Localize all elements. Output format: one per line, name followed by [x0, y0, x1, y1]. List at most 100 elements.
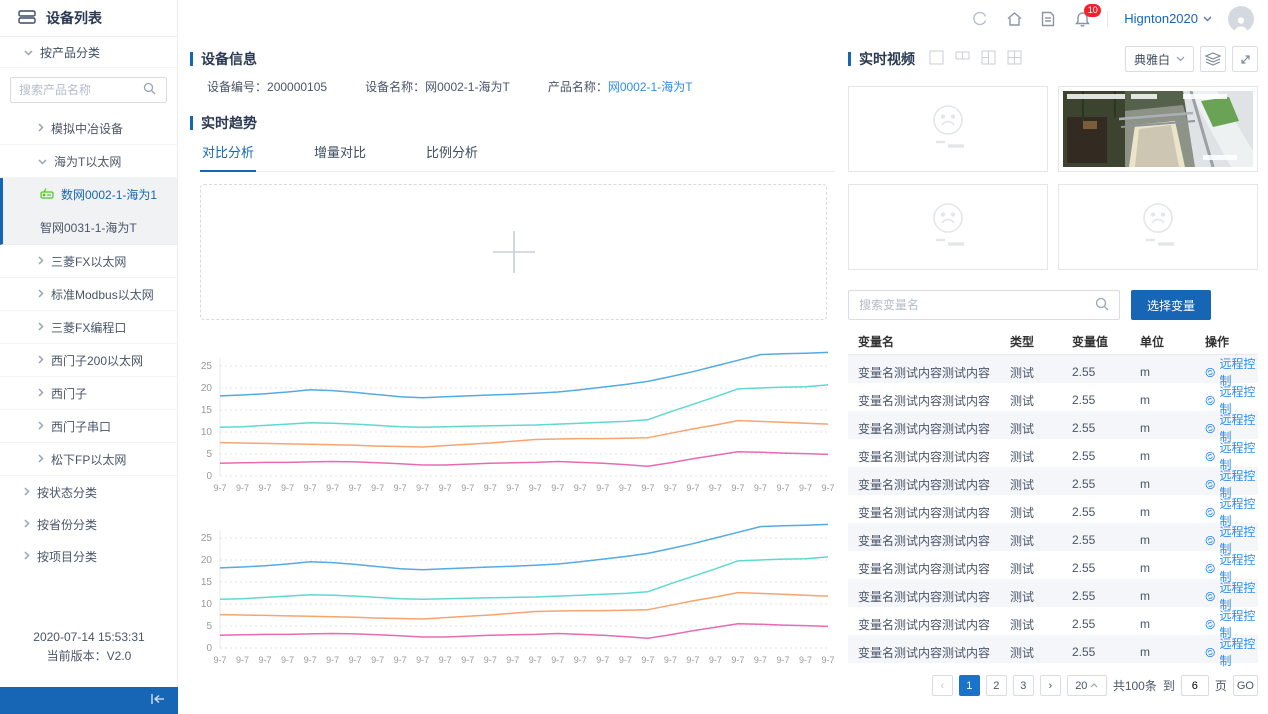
svg-text:9-7: 9-7 — [259, 655, 272, 665]
tree-item[interactable]: 西门子串口 — [0, 410, 177, 443]
search-icon[interactable] — [143, 82, 156, 98]
avatar[interactable] — [1228, 6, 1254, 32]
svg-text:20: 20 — [201, 555, 213, 566]
cell-value: 2.55 — [1072, 589, 1140, 603]
tree-item[interactable]: 按状态分类 — [0, 476, 177, 508]
svg-text:10: 10 — [201, 599, 213, 610]
version-label: 当前版本：V2.0 — [0, 647, 178, 666]
tab-compare-analysis[interactable]: 对比分析 — [200, 136, 256, 172]
svg-text:9-7: 9-7 — [349, 483, 362, 493]
device-list-icon — [18, 10, 36, 27]
tree-item-label: 西门子200以太网 — [51, 352, 143, 369]
video-cell-live[interactable] — [1058, 86, 1258, 172]
trend-section-title: 实时趋势 — [190, 113, 257, 133]
select-variable-button[interactable]: 选择变量 — [1131, 290, 1211, 320]
current-time: 2020-07-14 15:53:31 — [0, 628, 178, 647]
home-icon[interactable] — [1005, 10, 1023, 28]
svg-text:9-7: 9-7 — [484, 655, 497, 665]
tree-item[interactable]: 数网0002-1-海为1 — [3, 178, 177, 211]
document-icon[interactable] — [1039, 10, 1057, 28]
variable-table-body: 变量名测试内容测试内容测试2.55m远程控制变量名测试内容测试内容测试2.55m… — [848, 355, 1258, 663]
product-search-input[interactable] — [19, 83, 137, 97]
tree-item[interactable]: 标准Modbus以太网 — [0, 278, 177, 311]
tab-ratio-analysis[interactable]: 比例分析 — [424, 136, 480, 171]
sidebar-group-product[interactable]: 按产品分类 — [0, 37, 177, 68]
product-name-link[interactable]: 网0002-1-海为T — [608, 80, 693, 94]
video-cell-empty-2[interactable] — [848, 184, 1048, 270]
cell-type: 测试 — [1010, 560, 1072, 577]
tree-item[interactable]: 模拟中冶设备 — [0, 112, 177, 145]
user-menu[interactable]: Hignton2020 — [1124, 11, 1212, 26]
product-search-box[interactable] — [10, 77, 167, 103]
col-name: 变量名 — [858, 333, 1010, 350]
tree-item[interactable]: 海为T以太网 — [0, 145, 177, 178]
page-3-button[interactable]: 3 — [1013, 675, 1034, 696]
trend-tabs: 对比分析 增量对比 比例分析 — [200, 136, 835, 172]
svg-text:15: 15 — [201, 405, 213, 416]
device-info-row: 设备编号：200000105 设备名称：网0002-1-海为T 产品名称：网00… — [207, 78, 693, 95]
cell-name: 变量名测试内容测试内容 — [858, 616, 1010, 633]
collapse-sidebar-icon[interactable] — [150, 693, 166, 708]
svg-text:9-7: 9-7 — [551, 483, 564, 493]
sidebar-collapse-bar[interactable] — [0, 687, 178, 714]
tree-item[interactable]: 松下FP以太网 — [0, 443, 177, 476]
layout-three-icon[interactable] — [981, 50, 996, 68]
go-button[interactable]: GO — [1233, 675, 1258, 696]
svg-text:9-7: 9-7 — [416, 655, 429, 665]
layers-icon — [1205, 52, 1221, 66]
page-2-button[interactable]: 2 — [986, 675, 1007, 696]
cell-name: 变量名测试内容测试内容 — [858, 448, 1010, 465]
theme-select[interactable]: 典雅白 — [1125, 46, 1194, 72]
device-tree: 模拟中冶设备海为T以太网数网0002-1-海为1智网0031-1-海为T三菱FX… — [0, 112, 177, 572]
svg-text:9-7: 9-7 — [394, 655, 407, 665]
layout-single-icon[interactable] — [929, 50, 944, 68]
page-next-button[interactable]: › — [1040, 675, 1061, 696]
goto-page-input[interactable] — [1181, 675, 1209, 696]
cell-type: 测试 — [1010, 588, 1072, 605]
video-grid — [848, 86, 1258, 270]
svg-text:9-7: 9-7 — [709, 655, 722, 665]
tree-item[interactable]: 三菱FX编程口 — [0, 311, 177, 344]
notifications-bell-icon[interactable]: 10 — [1073, 10, 1091, 28]
search-icon[interactable] — [1095, 297, 1109, 314]
video-header-controls: 典雅白 — [1125, 46, 1258, 72]
add-chart-box[interactable] — [200, 184, 827, 320]
tree-item[interactable]: 按项目分类 — [0, 540, 177, 572]
svg-text:9-7: 9-7 — [506, 483, 519, 493]
cell-value: 2.55 — [1072, 505, 1140, 519]
tab-increment-compare[interactable]: 增量对比 — [312, 136, 368, 171]
svg-text:9-7: 9-7 — [371, 483, 384, 493]
layout-two-icon[interactable] — [955, 50, 970, 68]
video-cell-empty-3[interactable] — [1058, 184, 1258, 270]
col-unit: 单位 — [1140, 333, 1205, 350]
page-prev-button[interactable]: ‹ — [932, 675, 953, 696]
tree-item[interactable]: 三菱FX以太网 — [0, 245, 177, 278]
tree-item[interactable]: 智网0031-1-海为T — [3, 211, 177, 244]
layout-four-icon[interactable] — [1007, 50, 1022, 68]
col-type: 类型 — [1010, 333, 1072, 350]
svg-text:9-7: 9-7 — [821, 483, 834, 493]
sidebar-header: 设备列表 — [0, 0, 177, 37]
fullscreen-button[interactable] — [1232, 46, 1258, 72]
tree-item[interactable]: 西门子 — [0, 377, 177, 410]
variable-search-box[interactable] — [848, 290, 1120, 320]
tree-item[interactable]: 按省份分类 — [0, 508, 177, 540]
cell-value: 2.55 — [1072, 477, 1140, 491]
cell-unit: m — [1140, 561, 1205, 575]
svg-text:10: 10 — [201, 427, 213, 438]
remote-control-link[interactable]: 远程控制 — [1205, 635, 1258, 669]
chevron-right-icon — [24, 549, 30, 563]
chevron-right-icon — [38, 320, 44, 334]
page-1-button[interactable]: 1 — [959, 675, 980, 696]
tree-item[interactable]: 西门子200以太网 — [0, 344, 177, 377]
svg-text:9-7: 9-7 — [799, 655, 812, 665]
username: Hignton2020 — [1124, 11, 1198, 26]
remote-control-icon — [1205, 506, 1215, 519]
cell-unit: m — [1140, 589, 1205, 603]
layers-button[interactable] — [1200, 46, 1226, 72]
variable-search-input[interactable] — [859, 298, 1079, 312]
svg-text:9-7: 9-7 — [596, 655, 609, 665]
page-size-select[interactable]: 20 — [1067, 675, 1107, 696]
video-cell-empty-1[interactable] — [848, 86, 1048, 172]
refresh-icon[interactable] — [971, 10, 989, 28]
